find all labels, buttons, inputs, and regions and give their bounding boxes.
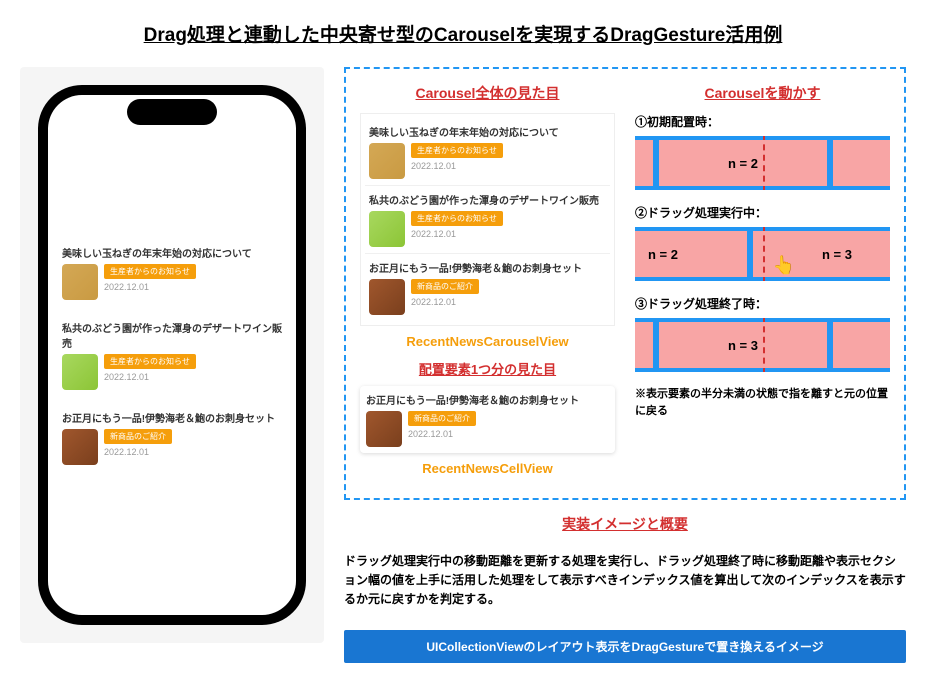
main-container: 美味しい玉ねぎの年末年始の対応について 生産者からのお知らせ 2022.12.0… — [20, 67, 906, 663]
right-panel: Carousel全体の見た目 美味しい玉ねぎの年末年始の対応について 生産者から… — [344, 67, 906, 663]
news-title: お正月にもう一品!伊勢海老＆鮑のお刺身セット — [62, 410, 282, 425]
carousel-diagram-ended: n = 3 — [635, 318, 890, 372]
center-line — [763, 318, 765, 372]
section-title: Carouselを動かす — [635, 83, 890, 103]
step-label: ①初期配置時： — [635, 113, 890, 130]
phone-notch — [127, 99, 217, 125]
category-badge: 生産者からのお知らせ — [411, 143, 503, 158]
category-badge: 新商品のご紹介 — [104, 429, 172, 444]
news-thumbnail — [62, 264, 98, 300]
page-title: Drag処理と連動した中央寄せ型のCarouselを実現するDragGestur… — [20, 20, 906, 47]
category-badge: 生産者からのお知らせ — [104, 264, 196, 279]
slide — [635, 140, 653, 186]
list-item: 美味しい玉ねぎの年末年始の対応について 生産者からのお知らせ 2022.12.0… — [365, 118, 610, 186]
dashed-box: Carousel全体の見た目 美味しい玉ねぎの年末年始の対応について 生産者から… — [344, 67, 906, 500]
news-title: 私共のぶどう園が作った渾身のデザートワイン販売 — [369, 192, 606, 207]
category-badge: 新商品のご紹介 — [408, 411, 476, 426]
list-item: お正月にもう一品!伊勢海老＆鮑のお刺身セット 新商品のご紹介 2022.12.0… — [365, 254, 610, 321]
center-line — [763, 227, 765, 281]
slide: n = 2 — [659, 140, 827, 186]
column-carousel-appearance: Carousel全体の見た目 美味しい玉ねぎの年末年始の対応について 生産者から… — [360, 83, 615, 484]
news-date: 2022.12.01 — [104, 447, 172, 457]
news-date: 2022.12.01 — [411, 161, 503, 171]
phone-mockup: 美味しい玉ねぎの年末年始の対応について 生産者からのお知らせ 2022.12.0… — [38, 85, 306, 625]
view-caption: RecentNewsCarouselView — [360, 334, 615, 349]
news-title: お正月にもう一品!伊勢海老＆鮑のお刺身セット — [369, 260, 606, 275]
slide — [635, 322, 653, 368]
implementation-description: ドラッグ処理実行中の移動距離を更新する処理を実行し、ドラッグ処理終了時に移動距離… — [344, 552, 906, 610]
news-thumbnail — [366, 411, 402, 447]
news-title: お正月にもう一品!伊勢海老＆鮑のお刺身セット — [366, 392, 609, 407]
news-thumbnail — [369, 279, 405, 315]
news-title: 美味しい玉ねぎの年末年始の対応について — [369, 124, 606, 139]
category-badge: 生産者からのお知らせ — [104, 354, 196, 369]
summary-bar: UICollectionViewのレイアウト表示をDragGestureで置き換… — [344, 630, 906, 663]
list-item: 美味しい玉ねぎの年末年始の対応について 生産者からのお知らせ 2022.12.0… — [56, 239, 288, 306]
news-date: 2022.12.01 — [104, 282, 196, 292]
section-title: Carousel全体の見た目 — [360, 83, 615, 103]
implementation-title: 実装イメージと概要 — [344, 514, 906, 534]
carousel-diagram-dragging: n = 2 n = 3 👆 — [635, 227, 890, 281]
news-date: 2022.12.01 — [411, 229, 503, 239]
single-cell-preview: お正月にもう一品!伊勢海老＆鮑のお刺身セット 新商品のご紹介 2022.12.0… — [360, 386, 615, 453]
slide — [833, 140, 890, 186]
list-item: 私共のぶどう園が作った渾身のデザートワイン販売 生産者からのお知らせ 2022.… — [365, 186, 610, 254]
news-title: 美味しい玉ねぎの年末年始の対応について — [62, 245, 282, 260]
phone-wrapper: 美味しい玉ねぎの年末年始の対応について 生産者からのお知らせ 2022.12.0… — [20, 67, 324, 643]
news-thumbnail — [62, 429, 98, 465]
step-label: ③ドラッグ処理終了時： — [635, 295, 890, 312]
slide: n = 3 — [659, 322, 827, 368]
list-item: お正月にもう一品!伊勢海老＆鮑のお刺身セット 新商品のご紹介 2022.12.0… — [56, 404, 288, 471]
center-line — [763, 136, 765, 190]
slide: n = 2 — [635, 231, 747, 277]
phone-news-list: 美味しい玉ねぎの年末年始の対応について 生産者からのお知らせ 2022.12.0… — [56, 239, 288, 471]
section-title: 配置要素1つ分の見た目 — [360, 359, 615, 378]
slide — [833, 322, 890, 368]
carousel-preview-list: 美味しい玉ねぎの年末年始の対応について 生産者からのお知らせ 2022.12.0… — [360, 113, 615, 326]
carousel-diagram-initial: n = 2 — [635, 136, 890, 190]
view-caption: RecentNewsCellView — [360, 461, 615, 476]
news-title: 私共のぶどう園が作った渾身のデザートワイン販売 — [62, 320, 282, 350]
news-thumbnail — [369, 143, 405, 179]
column-carousel-move: Carouselを動かす ①初期配置時： n = 2 ②ドラッグ処理実行中： n… — [635, 83, 890, 484]
category-badge: 新商品のご紹介 — [411, 279, 479, 294]
phone-screen: 美味しい玉ねぎの年末年始の対応について 生産者からのお知らせ 2022.12.0… — [48, 95, 296, 615]
pointer-hand-icon: 👆 — [773, 255, 795, 276]
news-date: 2022.12.01 — [408, 429, 476, 439]
behavior-note: ※表示要素の半分未満の状態で指を離すと元の位置に戻る — [635, 386, 890, 419]
news-thumbnail — [62, 354, 98, 390]
news-date: 2022.12.01 — [411, 297, 479, 307]
step-label: ②ドラッグ処理実行中： — [635, 204, 890, 221]
news-thumbnail — [369, 211, 405, 247]
category-badge: 生産者からのお知らせ — [411, 211, 503, 226]
news-date: 2022.12.01 — [104, 372, 196, 382]
list-item: 私共のぶどう園が作った渾身のデザートワイン販売 生産者からのお知らせ 2022.… — [56, 314, 288, 396]
